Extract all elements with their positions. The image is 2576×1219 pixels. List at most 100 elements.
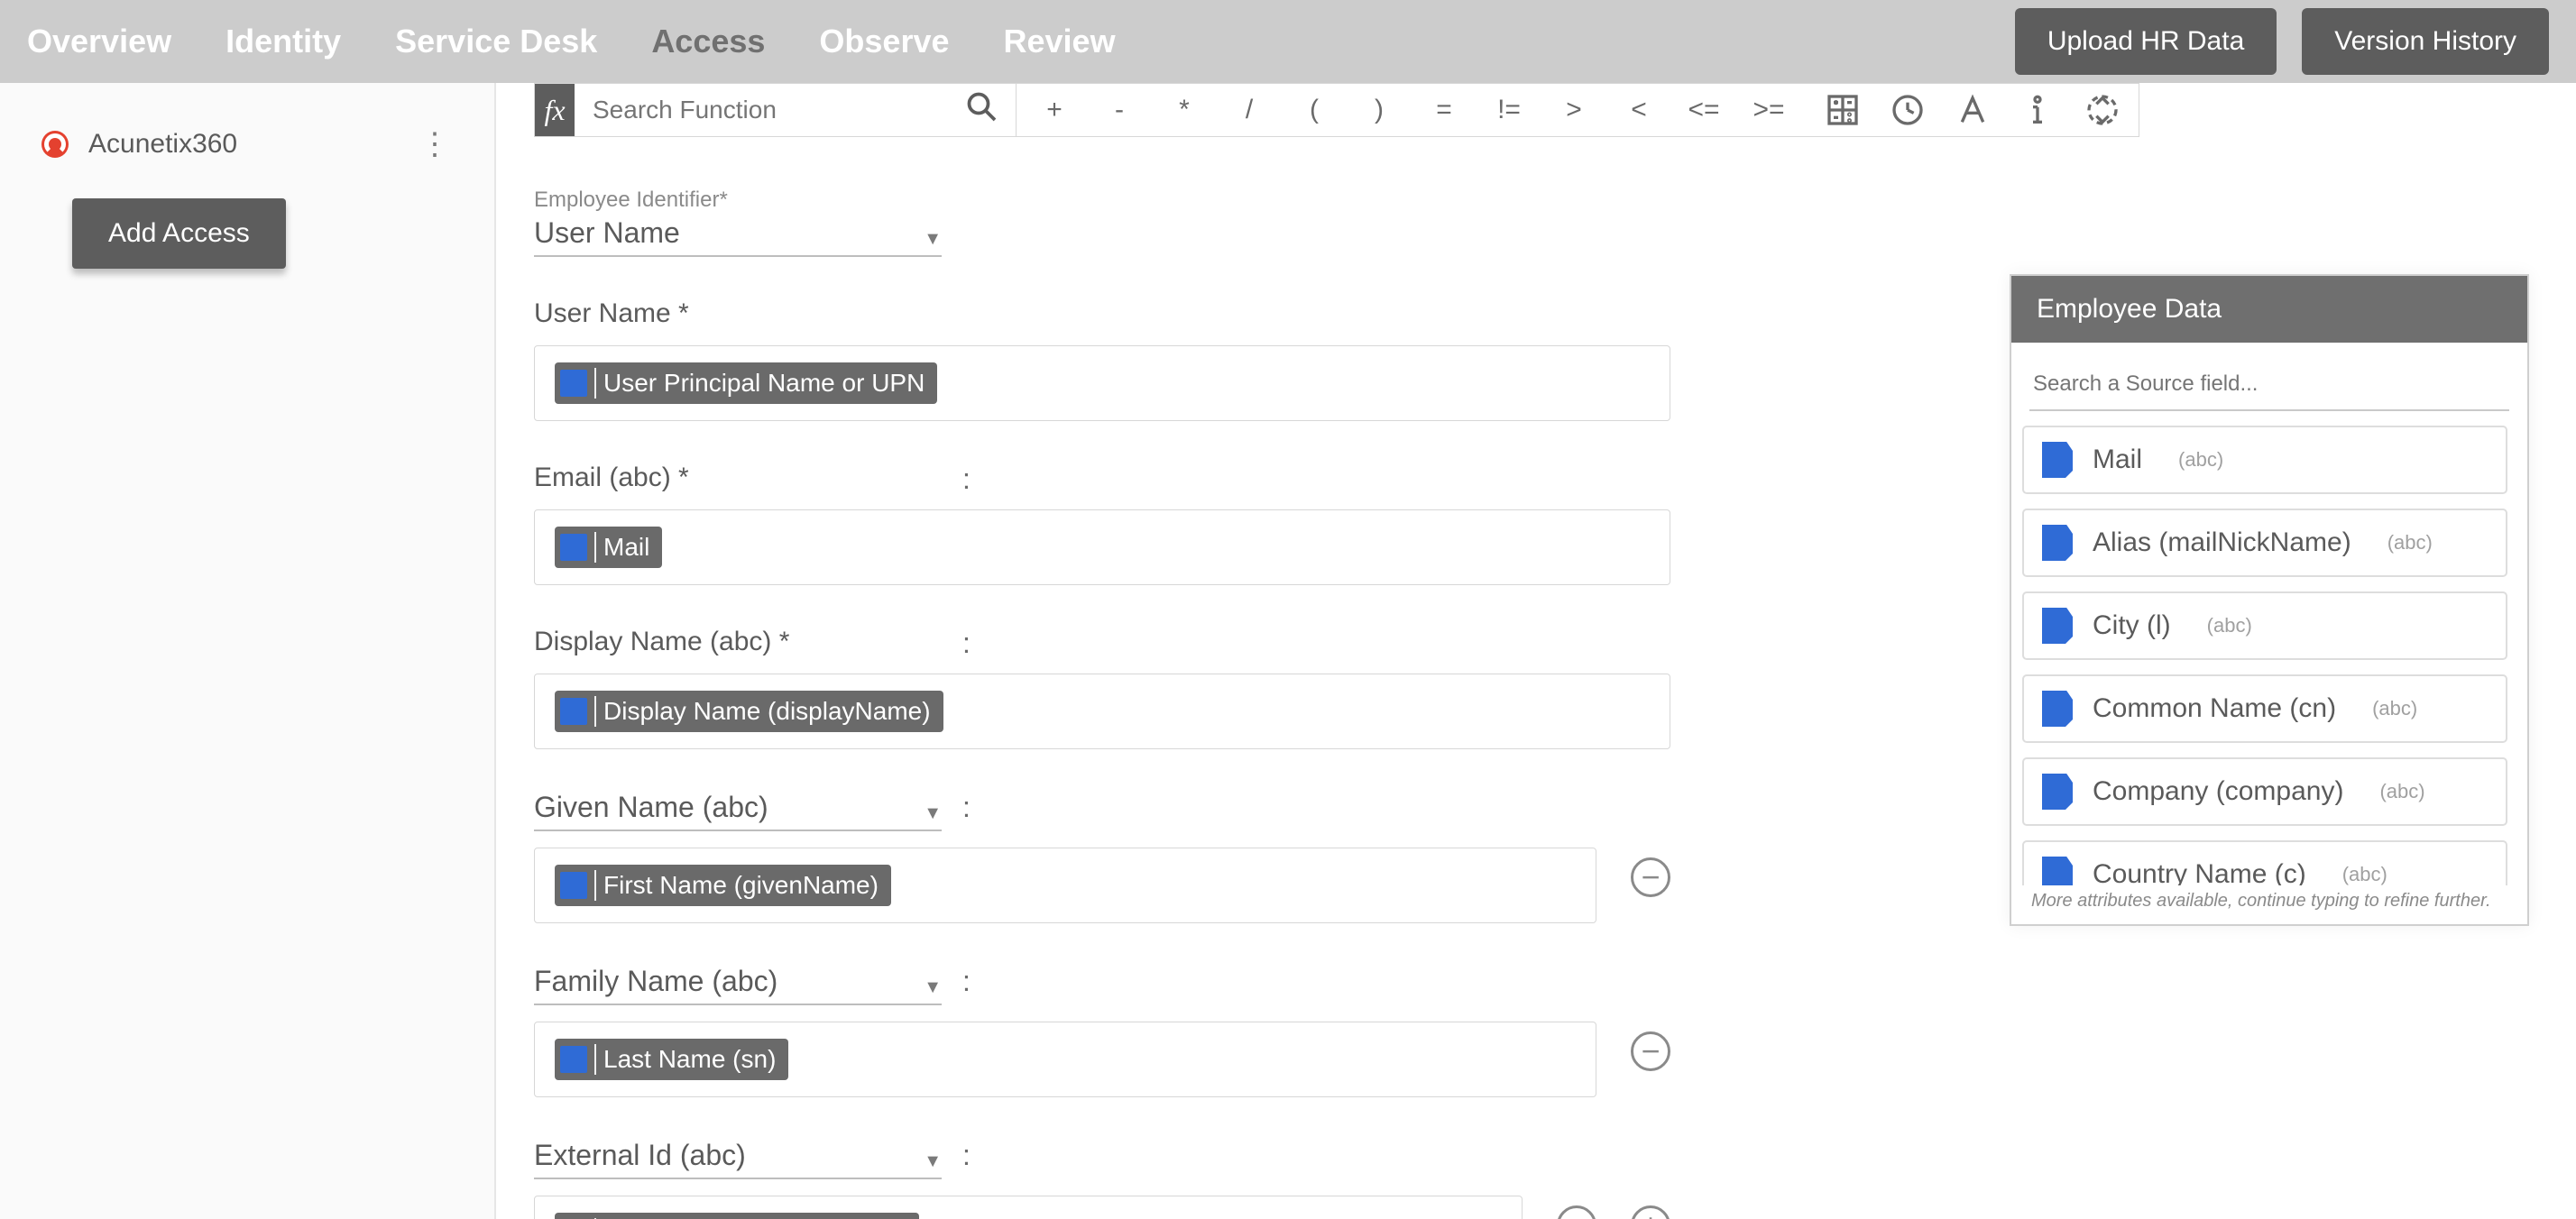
field-label: User Name *: [534, 298, 689, 328]
chip-separator: [594, 870, 596, 901]
operator-button[interactable]: -: [1103, 95, 1136, 125]
employee-data-panel-title: Employee Data: [2011, 276, 2527, 343]
employee-identifier-value: User Name: [534, 216, 680, 250]
field-label: External Id (abc): [534, 1139, 746, 1172]
chip-separator: [594, 696, 596, 727]
field-row: Last Name (sn) −: [534, 1005, 1670, 1097]
source-field-item[interactable]: Country Name (c)(abc): [2022, 840, 2507, 885]
add-access-button[interactable]: Add Access: [72, 198, 286, 269]
employee-identifier-select[interactable]: User Name ▼: [534, 216, 942, 257]
mapping-input[interactable]: Display Name (displayName): [534, 674, 1670, 749]
operator-button[interactable]: <: [1623, 95, 1655, 125]
source-file-icon: [2042, 525, 2073, 561]
source-file-icon: [2042, 442, 2073, 478]
source-field-search-input[interactable]: [2029, 359, 2509, 411]
mapping-chip[interactable]: Last Name (sn): [555, 1039, 788, 1080]
mapping-input[interactable]: Employee ID (employeeID): [534, 1196, 1523, 1219]
field-select[interactable]: Given Name (abc)▼: [534, 791, 942, 831]
chevron-down-icon: ▼: [924, 1151, 942, 1172]
operator-button[interactable]: <=: [1688, 95, 1720, 125]
nav-overview[interactable]: Overview: [27, 10, 171, 73]
operator-button[interactable]: +: [1038, 95, 1071, 125]
clock-icon[interactable]: [1888, 90, 1927, 130]
chevron-down-icon: ▼: [924, 977, 942, 998]
source-field-name: Alias (mailNickName): [2093, 527, 2351, 558]
info-icon[interactable]: [2018, 90, 2057, 130]
upload-hr-data-button[interactable]: Upload HR Data: [2015, 8, 2277, 75]
nav-service-desk[interactable]: Service Desk: [395, 10, 597, 73]
source-field-list[interactable]: Mail(abc)Alias (mailNickName)(abc)City (…: [2022, 426, 2516, 885]
source-field-type: (abc): [2379, 780, 2424, 803]
kebab-menu-icon[interactable]: ⋮: [417, 126, 453, 162]
source-field-type: (abc): [2178, 448, 2223, 472]
field-group: Display Name (abc) *: Display Name (displ…: [534, 627, 1670, 749]
source-field-name: Common Name (cn): [2093, 693, 2336, 724]
field-group: External Id (abc)▼:Employee ID (employee…: [534, 1139, 1670, 1219]
field-select[interactable]: Family Name (abc)▼: [534, 965, 942, 1005]
mapping-chip[interactable]: User Principal Name or UPN: [555, 362, 937, 404]
nav-review[interactable]: Review: [1004, 10, 1116, 73]
brand-name: Acunetix360: [88, 129, 237, 160]
chip-separator: [594, 532, 596, 563]
source-field-type: (abc): [2207, 614, 2252, 637]
mapping-input[interactable]: First Name (givenName): [534, 848, 1596, 923]
operator-button[interactable]: >=: [1753, 95, 1785, 125]
formula-bar: fx + - * / () = != > < <= >=: [534, 83, 2139, 137]
operator-button[interactable]: (: [1298, 95, 1330, 125]
source-field-item[interactable]: Alias (mailNickName)(abc): [2022, 509, 2507, 577]
remove-field-button[interactable]: −: [1631, 857, 1670, 897]
operator-button[interactable]: >: [1558, 95, 1590, 125]
nav-access[interactable]: Access: [651, 10, 765, 73]
operator-button[interactable]: *: [1168, 95, 1201, 125]
source-field-item[interactable]: Mail (abc): [2022, 426, 2507, 494]
version-history-button[interactable]: Version History: [2302, 8, 2549, 75]
mapping-chip[interactable]: Employee ID (employeeID): [555, 1213, 919, 1219]
field-group: User Name * User Principal Name or UPN: [534, 298, 1670, 421]
chip-text: Display Name (displayName): [603, 697, 931, 726]
field-group: Email (abc) *:Mail: [534, 463, 1670, 585]
source-field-item[interactable]: Common Name (cn)(abc): [2022, 674, 2507, 743]
mapping-input[interactable]: Last Name (sn): [534, 1022, 1596, 1097]
source-field-item[interactable]: City (l) (abc): [2022, 591, 2507, 660]
fx-icon[interactable]: fx: [535, 84, 575, 136]
source-field-name: Company (company): [2093, 776, 2343, 807]
source-icon: [560, 1046, 587, 1073]
remove-field-button[interactable]: −: [1631, 1031, 1670, 1071]
remove-field-button[interactable]: −: [1557, 1205, 1596, 1219]
operator-button[interactable]: !=: [1493, 95, 1525, 125]
chip-text: Mail: [603, 533, 649, 562]
field-label: Display Name (abc) *: [534, 627, 789, 656]
source-file-icon: [2042, 691, 2073, 727]
mapping-input[interactable]: User Principal Name or UPN: [534, 345, 1670, 421]
mapping-chip[interactable]: First Name (givenName): [555, 865, 891, 906]
operator-button[interactable]: =: [1428, 95, 1460, 125]
operators-row: + - * / () = != > < <= >=: [1017, 95, 1807, 125]
search-icon[interactable]: [965, 88, 998, 132]
source-field-name: City (l): [2093, 610, 2171, 641]
mapping-chip[interactable]: Display Name (displayName): [555, 691, 943, 732]
mapping-chip[interactable]: Mail: [555, 527, 662, 568]
sidebar-brand-row[interactable]: Acunetix360 ⋮: [0, 117, 494, 171]
nav-identity[interactable]: Identity: [225, 10, 341, 73]
text-a-icon[interactable]: [1953, 90, 1992, 130]
sidebar: Acunetix360 ⋮ Add Access: [0, 83, 496, 1219]
employee-data-panel: Employee Data Mail (abc) Alias (mailNickNa…: [2010, 274, 2529, 926]
add-field-button[interactable]: +: [1631, 1205, 1670, 1219]
colon: :: [962, 791, 971, 824]
convert-icon[interactable]: [2083, 90, 2122, 130]
calc-icon[interactable]: [1823, 90, 1863, 130]
colon: :: [962, 627, 971, 660]
operator-button[interactable]: /: [1233, 95, 1265, 125]
function-search: [575, 84, 1017, 136]
operator-button[interactable]: ): [1363, 95, 1395, 125]
mapping-input[interactable]: Mail: [534, 509, 1670, 585]
nav-observe[interactable]: Observe: [819, 10, 949, 73]
source-icon: [560, 872, 587, 899]
function-search-input[interactable]: [593, 96, 956, 124]
field-group: Given Name (abc)▼: First Name (givenName)…: [534, 791, 1670, 923]
field-select[interactable]: External Id (abc) ▼: [534, 1139, 942, 1179]
nav-right: Upload HR Data Version History: [2015, 8, 2549, 75]
source-field-item[interactable]: Company (company) (abc): [2022, 757, 2507, 826]
source-field-name: Mail: [2093, 445, 2142, 475]
chevron-down-icon: ▼: [924, 803, 942, 824]
